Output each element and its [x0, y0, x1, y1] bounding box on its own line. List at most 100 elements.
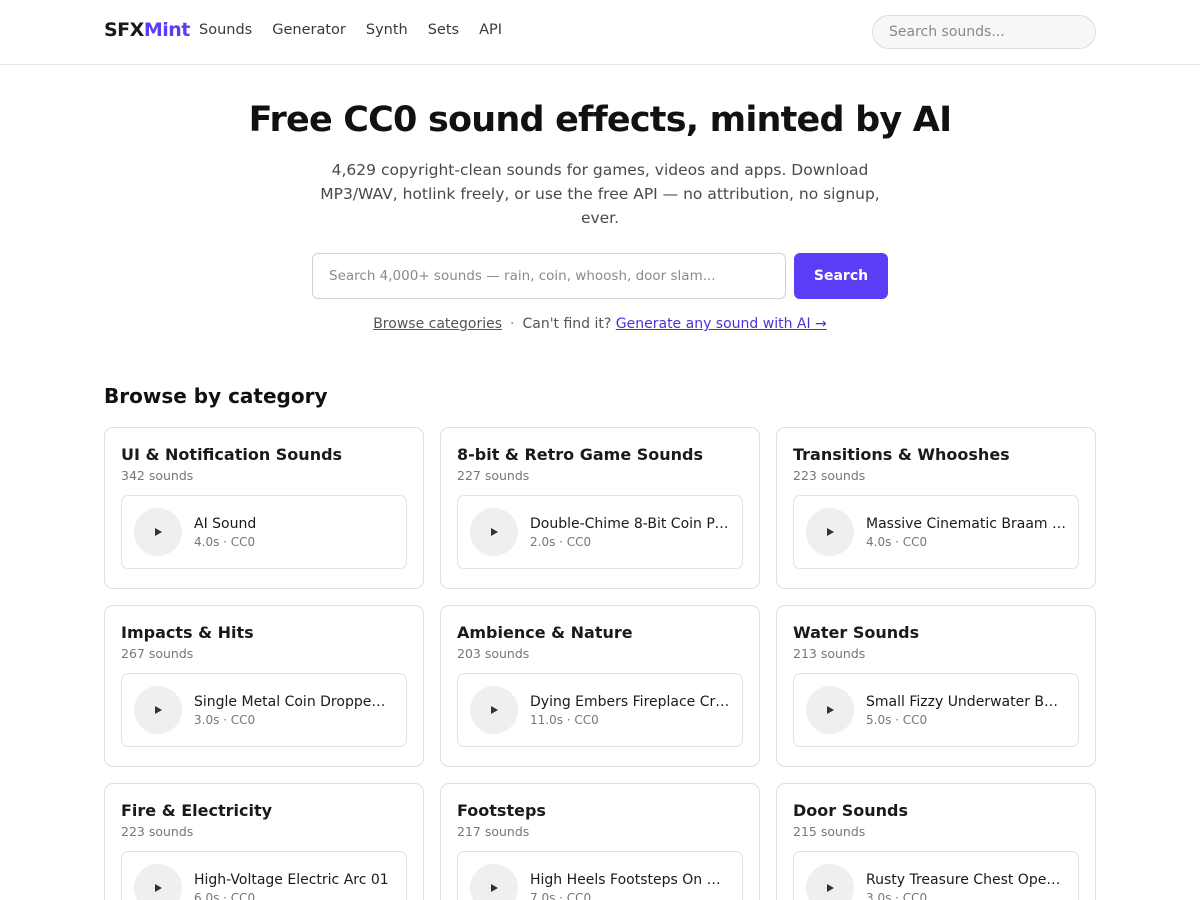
category-card-footsteps[interactable]: Footsteps 217 sounds High Heels Footstep… [440, 783, 760, 900]
sound-info: Massive Cinematic Braam Hit 4.0s · CC0 [866, 516, 1066, 549]
logo-prefix: SFX [104, 19, 144, 41]
play-button[interactable] [470, 508, 518, 556]
browse-categories-link[interactable]: Browse categories [373, 316, 502, 332]
hero-search-input[interactable] [312, 253, 786, 299]
sound-name[interactable]: High-Voltage Electric Arc 01 [194, 872, 389, 888]
category-title[interactable]: 8-bit & Retro Game Sounds [457, 445, 743, 464]
play-button[interactable] [134, 686, 182, 734]
category-title[interactable]: Door Sounds [793, 801, 1079, 820]
sound-meta: 2.0s · CC0 [530, 534, 592, 549]
play-button[interactable] [806, 864, 854, 900]
logo-accent: Mint [143, 19, 191, 41]
nav-link-sounds[interactable]: Sounds [199, 22, 252, 38]
category-count: 342 sounds [121, 468, 194, 483]
category-card-ambience[interactable]: Ambience & Nature 203 sounds Dying Ember… [440, 605, 760, 767]
play-button[interactable] [806, 686, 854, 734]
sound-name[interactable]: Rusty Treasure Chest Opening [866, 872, 1066, 888]
section-title: Browse by category [104, 384, 328, 408]
category-count: 267 sounds [121, 646, 194, 661]
play-icon [827, 884, 834, 892]
sound-info: Dying Embers Fireplace Crackle 11.0s · C… [530, 694, 730, 727]
play-icon [155, 706, 162, 714]
sound-meta: 5.0s · CC0 [866, 712, 928, 727]
generate-sound-link[interactable]: Generate any sound with AI → [616, 316, 827, 332]
sound-info: Small Fizzy Underwater Bubbles 5.0s · CC… [866, 694, 1066, 727]
category-card-fire-electricity[interactable]: Fire & Electricity 223 sounds High-Volta… [104, 783, 424, 900]
sound-meta: 3.0s · CC0 [866, 890, 928, 900]
sound-item[interactable]: Small Fizzy Underwater Bubbles 5.0s · CC… [793, 673, 1079, 747]
category-card-ui-notification[interactable]: UI & Notification Sounds 342 sounds AI S… [104, 427, 424, 589]
hero-subtitle: 4,629 copyright-clean sounds for games, … [320, 161, 880, 227]
sound-meta: 11.0s · CC0 [530, 712, 599, 727]
category-title[interactable]: UI & Notification Sounds [121, 445, 407, 464]
sound-name[interactable]: High Heels Footsteps On Concrete [530, 872, 730, 888]
sound-item[interactable]: High-Voltage Electric Arc 01 6.0s · CC0 [121, 851, 407, 900]
hero-search-form: Search [312, 253, 888, 299]
play-button[interactable] [134, 508, 182, 556]
category-count: 223 sounds [121, 824, 194, 839]
sound-item[interactable]: High Heels Footsteps On Concrete 7.0s · … [457, 851, 743, 900]
category-title[interactable]: Impacts & Hits [121, 623, 407, 642]
sound-name[interactable]: Double-Chime 8-Bit Coin Pickup [530, 516, 730, 532]
category-card-water[interactable]: Water Sounds 213 sounds Small Fizzy Unde… [776, 605, 1096, 767]
play-icon [491, 528, 498, 536]
nav-link-synth[interactable]: Synth [366, 22, 408, 38]
play-icon [827, 706, 834, 714]
sound-info: High-Voltage Electric Arc 01 6.0s · CC0 [194, 872, 389, 900]
sound-name[interactable]: Massive Cinematic Braam Hit [866, 516, 1066, 532]
play-button[interactable] [806, 508, 854, 556]
sound-name[interactable]: Dying Embers Fireplace Crackle [530, 694, 730, 710]
play-button[interactable] [470, 686, 518, 734]
cant-find-text: Can't find it? [522, 316, 612, 332]
sound-meta: 3.0s · CC0 [194, 712, 256, 727]
category-title[interactable]: Water Sounds [793, 623, 1079, 642]
sound-info: High Heels Footsteps On Concrete 7.0s · … [530, 872, 730, 900]
sound-item[interactable]: Rusty Treasure Chest Opening 3.0s · CC0 [793, 851, 1079, 900]
separator-dot: · [510, 316, 515, 332]
sound-item[interactable]: Single Metal Coin Dropped on Floor 3.0s … [121, 673, 407, 747]
sound-info: AI Sound 4.0s · CC0 [194, 516, 256, 549]
sound-item[interactable]: AI Sound 4.0s · CC0 [121, 495, 407, 569]
sound-name[interactable]: AI Sound [194, 516, 256, 532]
site-logo[interactable]: SFXMint [104, 19, 190, 41]
sound-name[interactable]: Single Metal Coin Dropped on Floor [194, 694, 394, 710]
play-button[interactable] [134, 864, 182, 900]
category-title[interactable]: Ambience & Nature [457, 623, 743, 642]
category-count: 203 sounds [457, 646, 530, 661]
nav-link-api[interactable]: API [479, 22, 502, 38]
sound-item[interactable]: Massive Cinematic Braam Hit 4.0s · CC0 [793, 495, 1079, 569]
category-title[interactable]: Transitions & Whooshes [793, 445, 1079, 464]
category-card-impacts[interactable]: Impacts & Hits 267 sounds Single Metal C… [104, 605, 424, 767]
nav-link-generator[interactable]: Generator [272, 22, 346, 38]
category-count: 223 sounds [793, 468, 866, 483]
play-icon [155, 884, 162, 892]
sound-item[interactable]: Dying Embers Fireplace Crackle 11.0s · C… [457, 673, 743, 747]
hero-links: Browse categories · Can't find it? Generat… [0, 316, 1200, 332]
sound-meta: 7.0s · CC0 [530, 890, 592, 900]
sound-meta: 4.0s · CC0 [194, 534, 256, 549]
nav-link-sets[interactable]: Sets [428, 22, 459, 38]
sound-meta: 4.0s · CC0 [866, 534, 928, 549]
category-count: 227 sounds [457, 468, 530, 483]
play-icon [827, 528, 834, 536]
sound-info: Double-Chime 8-Bit Coin Pickup 2.0s · CC… [530, 516, 730, 549]
sound-item[interactable]: Double-Chime 8-Bit Coin Pickup 2.0s · CC… [457, 495, 743, 569]
category-count: 215 sounds [793, 824, 866, 839]
sound-name[interactable]: Small Fizzy Underwater Bubbles [866, 694, 1066, 710]
play-icon [155, 528, 162, 536]
category-card-8bit-retro[interactable]: 8-bit & Retro Game Sounds 227 sounds Dou… [440, 427, 760, 589]
header-search-input[interactable] [872, 15, 1096, 49]
search-button[interactable]: Search [794, 253, 888, 299]
main-nav: Sounds Generator Synth Sets API [199, 22, 502, 38]
category-card-transitions[interactable]: Transitions & Whooshes 223 sounds Massiv… [776, 427, 1096, 589]
category-title[interactable]: Footsteps [457, 801, 743, 820]
category-count: 213 sounds [793, 646, 866, 661]
category-count: 217 sounds [457, 824, 530, 839]
category-card-door[interactable]: Door Sounds 215 sounds Rusty Treasure Ch… [776, 783, 1096, 900]
play-icon [491, 706, 498, 714]
sound-meta: 6.0s · CC0 [194, 890, 256, 900]
category-title[interactable]: Fire & Electricity [121, 801, 407, 820]
play-icon [491, 884, 498, 892]
play-button[interactable] [470, 864, 518, 900]
site-header: SFXMint Sounds Generator Synth Sets API [0, 0, 1200, 65]
